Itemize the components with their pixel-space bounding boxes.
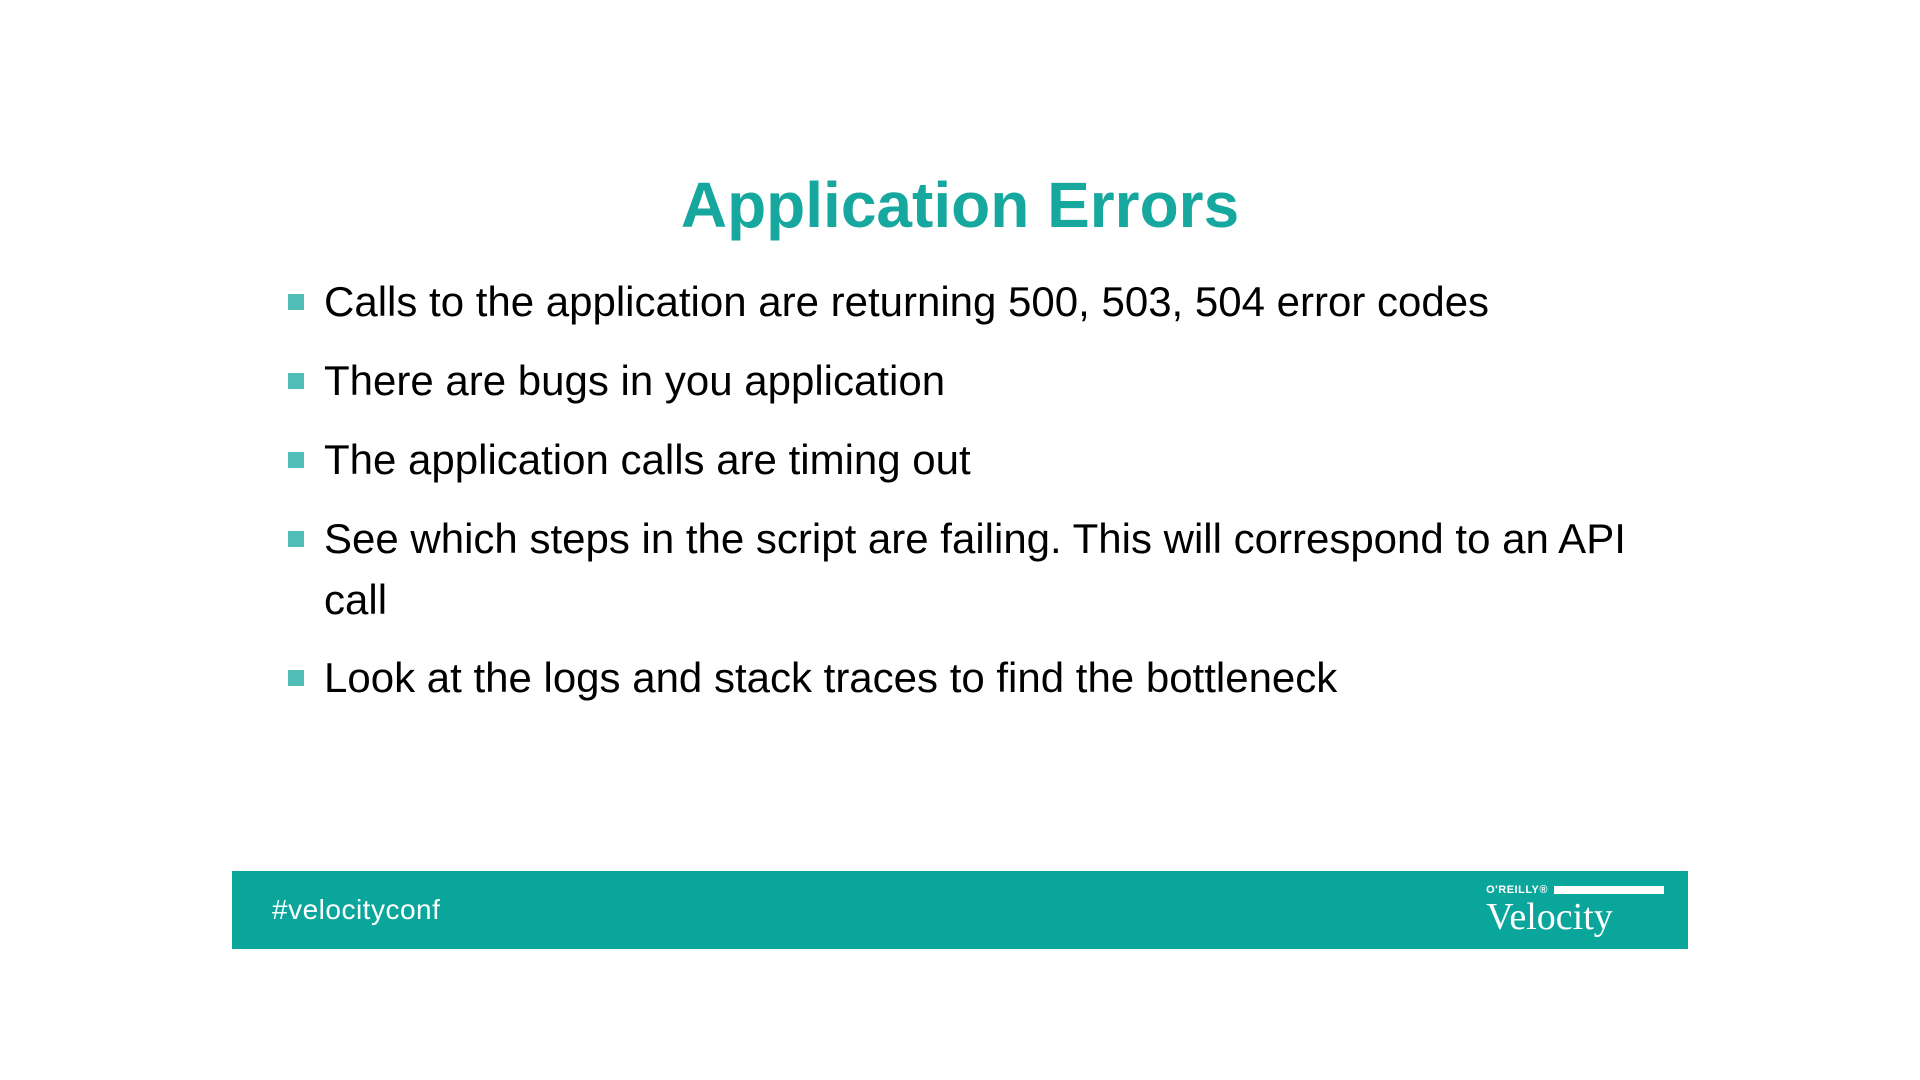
logo-top-row: O'REILLY® bbox=[1486, 884, 1664, 896]
velocity-logo: O'REILLY® Velocity bbox=[1486, 884, 1664, 936]
oreilly-text: O'REILLY® bbox=[1486, 884, 1548, 896]
footer-hashtag: #velocityconf bbox=[272, 894, 440, 926]
bullet-item: Calls to the application are returning 5… bbox=[288, 272, 1638, 333]
bullet-list: Calls to the application are returning 5… bbox=[232, 272, 1688, 709]
slide-title: Application Errors bbox=[232, 168, 1688, 242]
logo-bar-icon bbox=[1554, 886, 1664, 894]
bullet-item: The application calls are timing out bbox=[288, 430, 1638, 491]
velocity-text: Velocity bbox=[1486, 898, 1613, 936]
bullet-item: See which steps in the script are failin… bbox=[288, 509, 1638, 631]
bullet-item: Look at the logs and stack traces to fin… bbox=[288, 648, 1638, 709]
slide-content: Application Errors Calls to the applicat… bbox=[232, 130, 1688, 949]
bullet-item: There are bugs in you application bbox=[288, 351, 1638, 412]
slide-footer: #velocityconf O'REILLY® Velocity bbox=[232, 871, 1688, 949]
